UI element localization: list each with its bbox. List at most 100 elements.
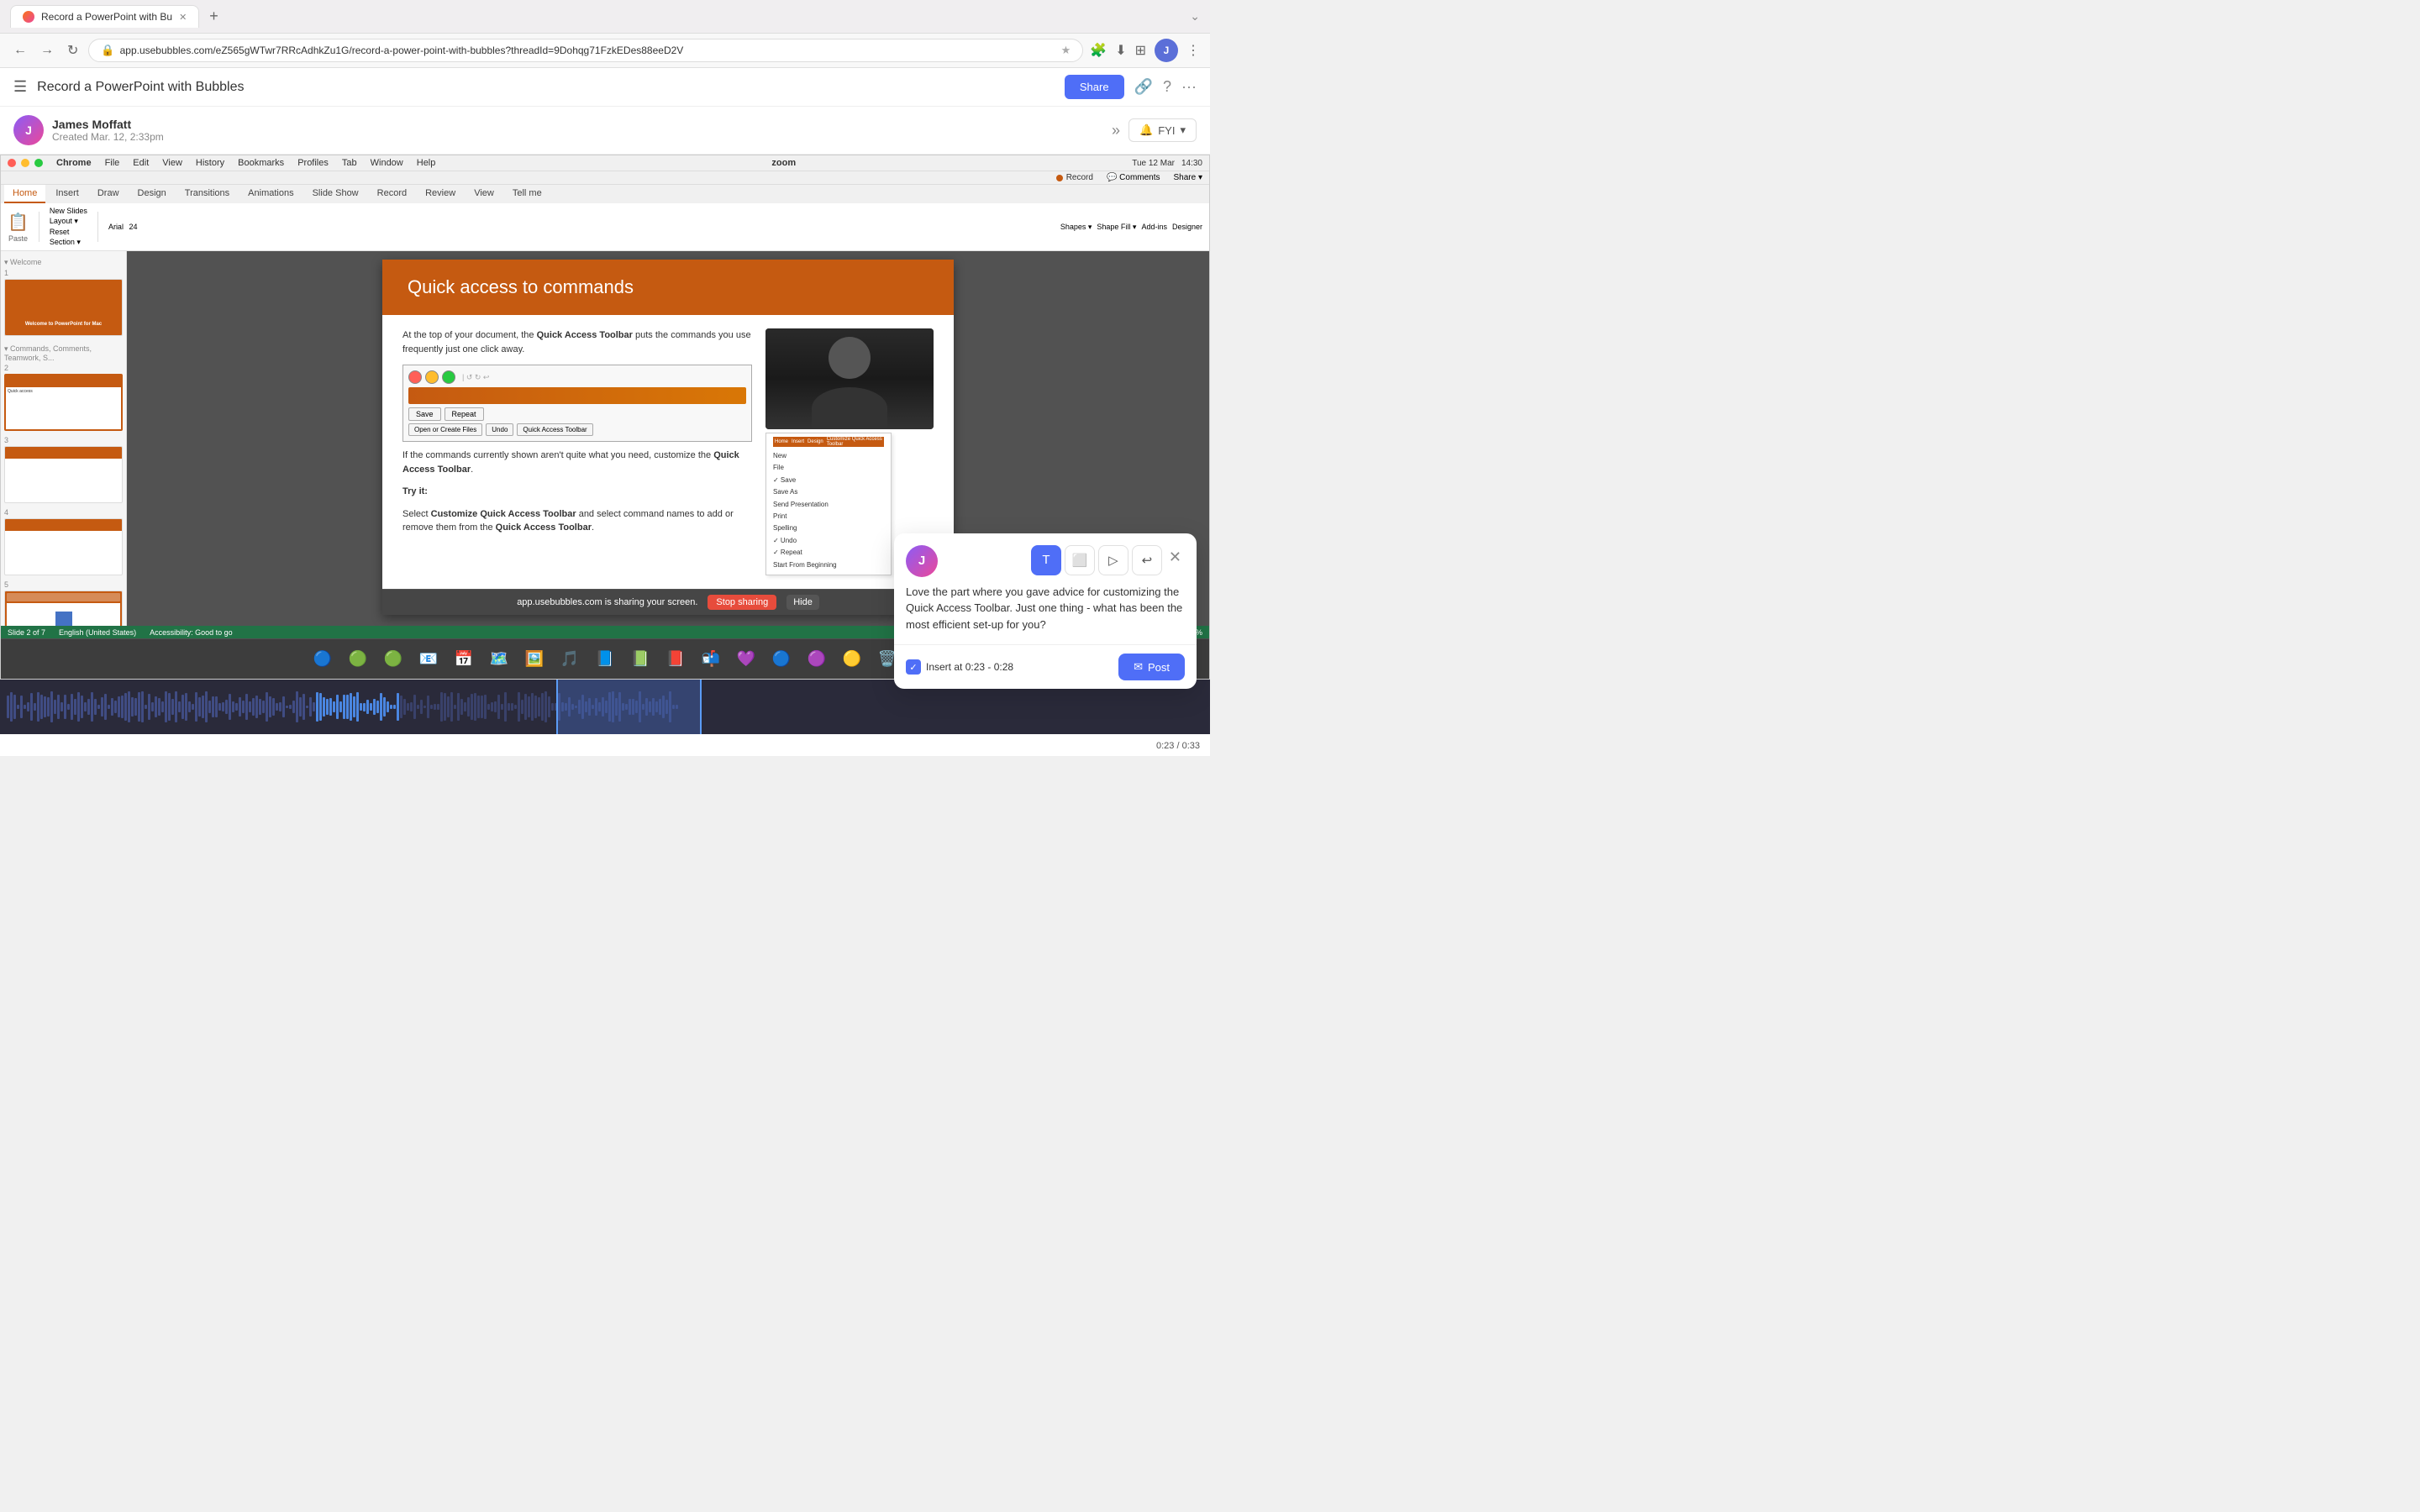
app-content: ☰ Record a PowerPoint with Bubbles Share… — [0, 68, 1210, 756]
layout-btn[interactable]: Layout ▾ — [50, 217, 87, 226]
help-menu-mac[interactable]: Help — [417, 158, 436, 168]
insert-at-checkbox[interactable]: ✓ Insert at 0:23 - 0:28 — [906, 659, 1013, 675]
tab-close-button[interactable]: ✕ — [179, 12, 187, 23]
history-menu[interactable]: History — [196, 158, 224, 168]
app-header: ☰ Record a PowerPoint with Bubbles Share… — [0, 68, 1210, 107]
addins-btn[interactable]: Add-ins — [1141, 223, 1167, 232]
dock-photos[interactable]: 🖼️ — [519, 644, 550, 675]
tab-transitions[interactable]: Transitions — [176, 185, 238, 203]
slide-preview-3[interactable] — [4, 446, 123, 503]
new-tab-button[interactable]: + — [203, 6, 225, 27]
webcam-box — [765, 328, 934, 429]
comments-ribbon-btn[interactable]: 💬 Comments — [1107, 173, 1160, 182]
slide-thumb-3[interactable]: 3 — [4, 436, 123, 503]
tab-draw[interactable]: Draw — [89, 185, 128, 203]
slide-thumb-5[interactable]: 5 — [4, 580, 123, 626]
waveform-selection[interactable] — [556, 680, 702, 734]
tab-home[interactable]: Home — [4, 185, 45, 203]
slides-group: New Slides Layout ▾ Reset Section ▾ — [50, 207, 87, 247]
slide-thumb-2[interactable]: 2 Quick access — [4, 364, 123, 431]
chrome-menu[interactable]: Chrome — [56, 158, 92, 168]
dock-finder[interactable]: 🔵 — [308, 644, 338, 675]
dock-mail[interactable]: 📧 — [413, 644, 444, 675]
designer-btn[interactable]: Designer — [1172, 223, 1202, 232]
slide-thumb-1[interactable]: 1 Welcome to PowerPoint for Mac — [4, 269, 123, 336]
dock-outlook[interactable]: 📬 — [696, 644, 726, 675]
share-button[interactable]: Share — [1065, 75, 1124, 99]
video-tool-btn[interactable]: ▷ — [1098, 545, 1128, 575]
paste-tool[interactable]: 📋 Paste — [8, 212, 29, 243]
dock-slack[interactable]: 🟣 — [802, 644, 832, 675]
new-slide-btn[interactable]: New Slides — [50, 207, 87, 215]
profile-icon[interactable]: ⊞ — [1135, 42, 1146, 59]
tab-animations[interactable]: Animations — [239, 185, 302, 203]
tab-insert[interactable]: Insert — [47, 185, 87, 203]
try-it-label: Try it: — [402, 485, 752, 499]
dock-messages[interactable]: 🟢 — [378, 644, 408, 675]
tab-tellme[interactable]: Tell me — [504, 185, 550, 203]
dock-teams[interactable]: 💜 — [731, 644, 761, 675]
window-menu[interactable]: Window — [371, 158, 403, 168]
active-tab[interactable]: Record a PowerPoint with Bu ✕ — [10, 5, 199, 28]
user-avatar-browser[interactable]: J — [1155, 39, 1178, 62]
tab-design[interactable]: Design — [129, 185, 175, 203]
profiles-menu[interactable]: Profiles — [297, 158, 329, 168]
post-button[interactable]: ✉ Post — [1118, 654, 1185, 680]
extensions-icon[interactable]: 🧩 — [1090, 42, 1107, 59]
tab-menu[interactable]: Tab — [342, 158, 357, 168]
hide-button[interactable]: Hide — [786, 595, 819, 610]
slide-preview-2[interactable]: Quick access — [4, 374, 123, 431]
shapes-btn[interactable]: Shapes ▾ — [1060, 223, 1092, 232]
link-icon[interactable]: 🔗 — [1134, 78, 1153, 96]
main-slide: Quick access to commands At the top of y… — [382, 260, 954, 615]
dock-zoom[interactable]: 🔵 — [766, 644, 797, 675]
edit-menu[interactable]: Edit — [133, 158, 149, 168]
help-icon[interactable]: ? — [1163, 78, 1171, 96]
download-icon[interactable]: ⬇ — [1115, 42, 1126, 59]
dock-word[interactable]: 📘 — [590, 644, 620, 675]
browser-expand-icon[interactable]: ⌄ — [1190, 9, 1200, 24]
bookmarks-menu[interactable]: Bookmarks — [238, 158, 284, 168]
file-menu[interactable]: File — [105, 158, 120, 168]
dock-calendar[interactable]: 📅 — [449, 644, 479, 675]
screen-tool-btn[interactable]: ⬜ — [1065, 545, 1095, 575]
font-size[interactable]: 24 — [129, 223, 137, 231]
section-btn[interactable]: Section ▾ — [50, 238, 87, 247]
tab-review[interactable]: Review — [417, 185, 464, 203]
tab-view[interactable]: View — [466, 185, 502, 203]
slide-preview-5[interactable] — [4, 591, 123, 626]
content-left: At the top of your document, the Quick A… — [402, 328, 752, 543]
expand-icon[interactable]: » — [1112, 122, 1120, 139]
forward-button[interactable]: → — [37, 39, 57, 61]
dock-maps[interactable]: 🗺️ — [484, 644, 514, 675]
dock-chrome[interactable]: 🟢 — [343, 644, 373, 675]
dock-music[interactable]: 🎵 — [555, 644, 585, 675]
font-select[interactable]: Arial — [108, 223, 124, 231]
tab-record[interactable]: Record — [369, 185, 415, 203]
view-menu[interactable]: View — [162, 158, 182, 168]
sharefill-btn[interactable]: Shape Fill ▾ — [1097, 223, 1136, 232]
address-bar[interactable]: 🔒 app.usebubbles.com/eZ565gWTwr7RRcAdhkZ… — [88, 39, 1083, 62]
share-ribbon-btn[interactable]: Share ▾ — [1174, 173, 1202, 182]
more-options-icon[interactable]: ··· — [1181, 78, 1197, 96]
reply-tool-btn[interactable]: ↩ — [1132, 545, 1162, 575]
record-button[interactable]: Record — [1056, 173, 1093, 182]
body-text-3: Select Customize Quick Access Toolbar an… — [402, 507, 752, 535]
refresh-button[interactable]: ↻ — [64, 39, 82, 62]
dock-excel[interactable]: 📗 — [625, 644, 655, 675]
dock-powerpoint[interactable]: 📕 — [660, 644, 691, 675]
back-button[interactable]: ← — [10, 39, 30, 61]
reset-btn[interactable]: Reset — [50, 228, 87, 236]
stop-sharing-button[interactable]: Stop sharing — [708, 595, 776, 610]
fyi-button[interactable]: 🔔 FYI ▾ — [1128, 118, 1197, 142]
menu-icon-browser[interactable]: ⋮ — [1186, 42, 1200, 59]
sharing-text: app.usebubbles.com is sharing your scree… — [517, 597, 697, 607]
text-tool-btn[interactable]: T — [1031, 545, 1061, 575]
tab-slideshow[interactable]: Slide Show — [304, 185, 367, 203]
dock-bubbles[interactable]: 🟡 — [837, 644, 867, 675]
slide-preview-4[interactable] — [4, 518, 123, 575]
slide-thumb-4[interactable]: 4 — [4, 508, 123, 575]
panel-close-btn[interactable]: ✕ — [1165, 545, 1185, 575]
slide-preview-1[interactable]: Welcome to PowerPoint for Mac — [4, 279, 123, 336]
app-menu-icon[interactable]: ☰ — [13, 78, 27, 96]
